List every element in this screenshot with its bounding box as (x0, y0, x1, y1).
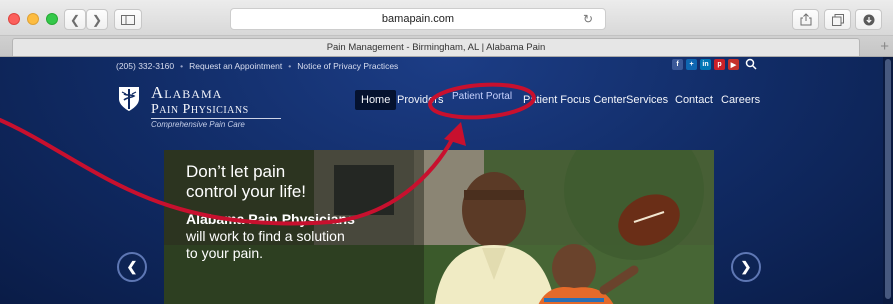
page-scrollbar[interactable] (883, 57, 893, 304)
chevron-right-icon: ❯ (740, 259, 752, 274)
slide-headline-line-2: control your life! (186, 182, 306, 201)
slider-next-button[interactable]: ❯ (731, 252, 761, 282)
download-icon (863, 14, 874, 25)
forward-button[interactable]: ❯ (86, 9, 108, 30)
sidebar-icon (121, 14, 135, 25)
sidebar-button[interactable] (114, 9, 142, 30)
browser-titlebar: ❮ ❯ bamapain.com ↻ (0, 0, 893, 36)
social-icons: f + in p ▶ (672, 59, 739, 70)
pinterest-icon[interactable]: p (714, 59, 725, 70)
hero-slider[interactable]: Don’t let pain control your life! Alabam… (164, 150, 714, 304)
chevron-right-icon: ❯ (91, 12, 103, 27)
utility-bar: (205) 332-3160 • Request an Appointment … (116, 61, 398, 71)
youtube-icon[interactable]: ▶ (728, 59, 739, 70)
share-button[interactable] (792, 9, 819, 30)
google-plus-icon[interactable]: + (686, 59, 697, 70)
slide-body-line-1: will work to find a solution (186, 228, 345, 244)
tabs-overview-button[interactable] (824, 9, 851, 30)
nav-patient-focus-center[interactable]: Patient Focus Center (523, 90, 626, 110)
nav-careers[interactable]: Careers (721, 90, 760, 110)
search-icon[interactable] (745, 58, 757, 70)
maximize-window-button[interactable] (46, 13, 58, 25)
address-bar[interactable]: bamapain.com ↻ (230, 8, 606, 30)
separator: • (288, 61, 292, 71)
nav-providers[interactable]: Providers (397, 90, 443, 110)
url-text: bamapain.com (381, 13, 455, 25)
reload-icon[interactable]: ↻ (583, 12, 593, 26)
privacy-practices-link[interactable]: Notice of Privacy Practices (297, 61, 398, 71)
main-nav: Home Providers Patient Portal Patient Fo… (0, 90, 893, 110)
slider-prev-button[interactable]: ❮ (117, 252, 147, 282)
scrollbar-thumb[interactable] (885, 59, 891, 299)
request-appointment-link[interactable]: Request an Appointment (189, 61, 282, 71)
slide-subhead: Alabama Pain Physicians (186, 211, 355, 227)
website-viewport: (205) 332-3160 • Request an Appointment … (0, 57, 893, 304)
minimize-window-button[interactable] (27, 13, 39, 25)
chevron-left-icon: ❮ (69, 12, 81, 27)
back-button[interactable]: ❮ (64, 9, 86, 30)
nav-contact[interactable]: Contact (675, 90, 713, 110)
share-icon (800, 13, 811, 26)
facebook-icon[interactable]: f (672, 59, 683, 70)
phone-link[interactable]: (205) 332-3160 (116, 61, 174, 71)
new-tab-button[interactable]: + (880, 38, 889, 55)
chevron-left-icon: ❮ (126, 259, 138, 274)
downloads-button[interactable] (855, 9, 882, 30)
tab-title: Pain Management - Birmingham, AL | Alaba… (326, 42, 546, 53)
slide-body-line-2: to your pain. (186, 245, 264, 261)
close-window-button[interactable] (8, 13, 20, 25)
tabs-icon (831, 13, 844, 26)
nav-services[interactable]: Services (626, 90, 668, 110)
tab-bar: Pain Management - Birmingham, AL | Alaba… (0, 36, 893, 57)
logo-tagline: Comprehensive Pain Care (151, 120, 245, 129)
separator: • (180, 61, 184, 71)
slide-headline-line-1: Don’t let pain (186, 162, 286, 181)
nav-patient-portal[interactable]: Patient Portal (452, 86, 512, 106)
slide-caption: Don’t let pain control your life! Alabam… (186, 162, 396, 262)
linkedin-icon[interactable]: in (700, 59, 711, 70)
nav-home[interactable]: Home (355, 90, 397, 110)
active-tab[interactable]: Pain Management - Birmingham, AL | Alaba… (12, 38, 860, 56)
